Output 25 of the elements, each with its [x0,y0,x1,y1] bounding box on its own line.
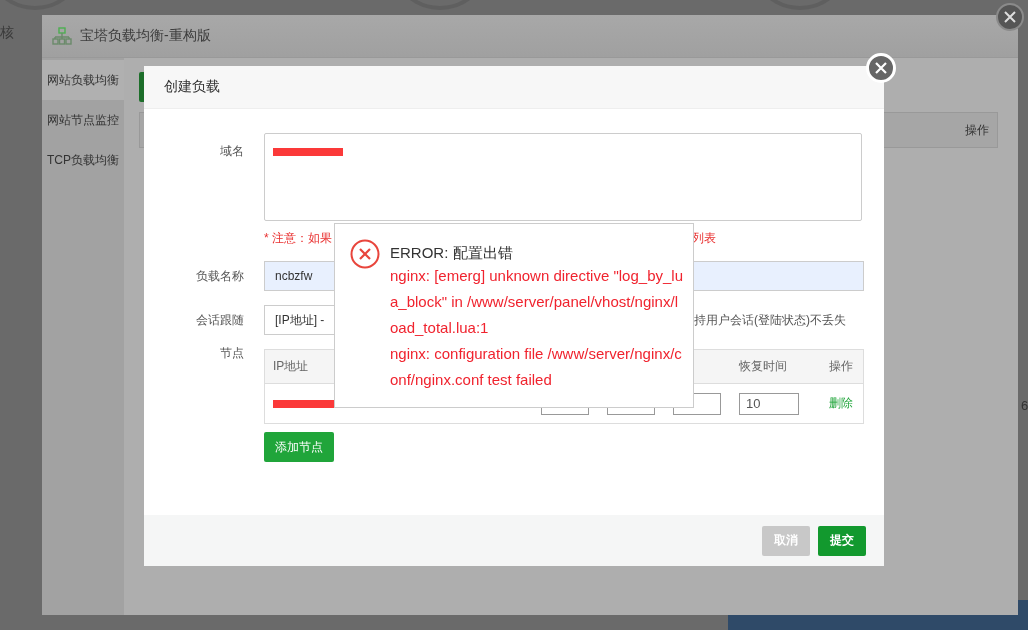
dialog-title: 创建负载 [164,78,220,96]
column-header: 操作 [828,358,854,375]
error-title: ERROR: 配置出错 [390,243,514,263]
submit-button[interactable]: 提交 [818,525,866,556]
column-header: 恢复时间 [738,358,788,375]
field-label: 域名 [219,143,244,160]
column-header: 操作 [965,121,989,139]
add-node-button[interactable]: 添加节点 [264,432,334,462]
column-header: IP地址 [272,358,310,375]
field-label: 负载名称 [195,267,244,285]
redaction-bar [273,148,343,156]
error-icon [350,239,380,269]
note-text: * 注意：如果 [264,230,332,247]
redaction-bar [273,399,335,408]
field-label: 会话跟随 [195,311,244,329]
recover-time-field[interactable]: 10 [739,392,799,415]
close-icon[interactable] [996,3,1024,31]
domain-field[interactable] [264,133,862,221]
hint-text: 持用户会话(登陆状态)不丢失 [694,311,846,329]
sidebar-item[interactable]: 网站负载均衡 [42,60,124,100]
error-message: nginx: configuration file /www/server/nginx/conf/nginx.conf test failed [390,344,683,390]
field-label: 节点 [219,345,244,362]
network-icon [52,27,72,45]
delete-link[interactable]: 删除 [825,396,853,410]
window-title: 宝塔负载均衡-重构版 [80,27,211,45]
